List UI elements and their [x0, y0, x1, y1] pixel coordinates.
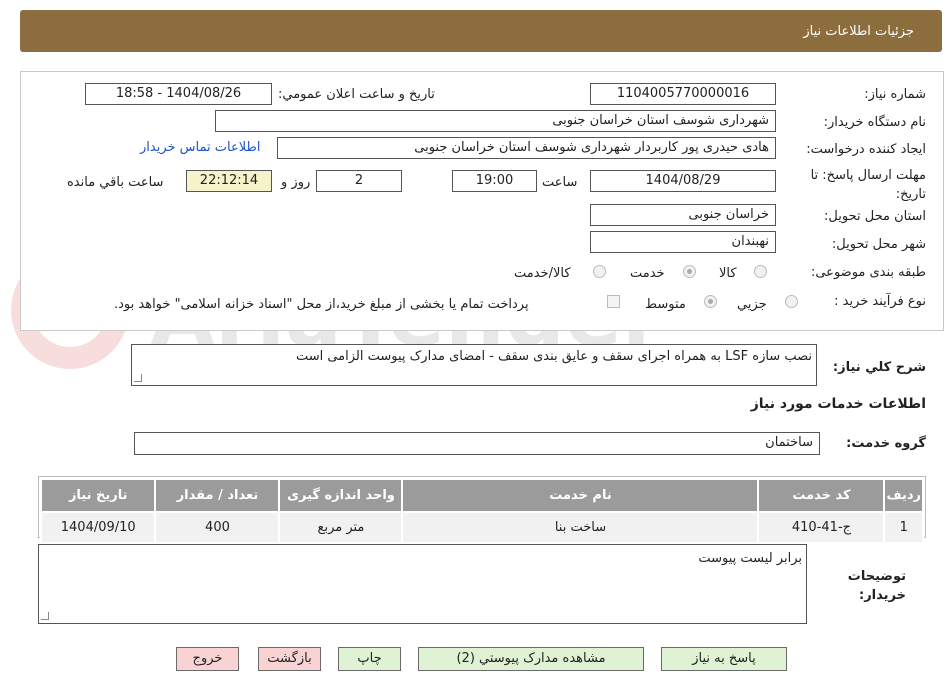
- process-label: نوع فرآیند خرید :: [834, 294, 926, 309]
- services-table-frame: رديف کد خدمت نام خدمت واحد اندازه گیری ت…: [38, 476, 926, 544]
- table-row: 1 ج-41-410 ساخت بنا متر مربع 400 1404/09…: [39, 511, 924, 544]
- need-number-field[interactable]: 1104005770000016: [590, 83, 776, 105]
- days-label: روز و: [281, 175, 311, 190]
- deadline-date-field[interactable]: 1404/08/29: [590, 170, 776, 192]
- description-label: شرح کلي نياز:: [832, 360, 926, 375]
- back-button[interactable]: بازگشت: [258, 647, 321, 671]
- services-section-title: اطلاعات خدمات مورد نياز: [750, 396, 926, 412]
- view-attachments-button[interactable]: مشاهده مدارک پيوستي (2): [418, 647, 644, 671]
- days-field[interactable]: 2: [316, 170, 402, 192]
- cell-unit: متر مربع: [278, 511, 404, 544]
- buyer-notes-text: برابر لیست پیوست: [698, 551, 802, 566]
- hour-label: ساعت: [542, 175, 578, 190]
- col-row-number: رديف: [883, 478, 924, 513]
- description-textarea[interactable]: نصب سازه LSF به همراه اجرای سقف و عایق ب…: [131, 344, 817, 386]
- category-radio-service[interactable]: [683, 265, 696, 278]
- reply-button[interactable]: پاسخ به نیاز: [661, 647, 787, 671]
- service-group-field[interactable]: ساختمان: [134, 432, 820, 455]
- col-quantity: تعداد / مقدار: [154, 478, 281, 513]
- cell-quantity: 400: [154, 511, 281, 544]
- payment-note: پرداخت تمام یا بخشی از مبلغ خرید،از محل …: [114, 297, 529, 312]
- remaining-time-field: 22:12:14: [186, 170, 272, 192]
- service-group-label: گروه خدمت:: [846, 436, 926, 451]
- page-header: جزئیات اطلاعات نیاز: [20, 10, 942, 52]
- description-text: نصب سازه LSF به همراه اجرای سقف و عایق ب…: [295, 349, 812, 364]
- announce-label: تاریخ و ساعت اعلان عمومي:: [278, 87, 435, 102]
- col-service-code: کد خدمت: [757, 478, 886, 513]
- exit-button[interactable]: خروج: [176, 647, 239, 671]
- buyer-notes-textarea[interactable]: برابر لیست پیوست: [38, 544, 807, 624]
- category-option-service: خدمت: [630, 266, 665, 281]
- buyer-org-field[interactable]: شهرداری شوسف استان خراسان جنوبی: [215, 110, 776, 132]
- city-label: شهر محل تحویل:: [831, 237, 926, 252]
- category-radio-goods[interactable]: [754, 265, 767, 278]
- creator-field[interactable]: هادی حیدری پور کاربردار شهرداری شوسف است…: [277, 137, 776, 159]
- cell-need-date: 1404/09/10: [39, 511, 157, 544]
- process-radio-minor[interactable]: [785, 295, 798, 308]
- cell-row-number: 1: [883, 511, 924, 544]
- cell-service-name: ساخت بنا: [401, 511, 760, 544]
- category-option-goods: کالا: [719, 266, 737, 281]
- city-field[interactable]: نهبندان: [590, 231, 776, 253]
- buyer-notes-label: توضيحات خريدار:: [847, 569, 906, 603]
- process-option-minor: جزيي: [737, 297, 767, 312]
- deadline-label: مهلت ارسال پاسخ: تا تاریخ:: [810, 168, 926, 202]
- announce-field[interactable]: 1404/08/26 - 18:58: [85, 83, 272, 105]
- print-button[interactable]: چاپ: [338, 647, 401, 671]
- resize-handle[interactable]: [41, 612, 49, 620]
- remaining-label: ساعت باقي مانده: [67, 175, 164, 190]
- col-unit: واحد اندازه گیری: [278, 478, 404, 513]
- province-field[interactable]: خراسان جنوبی: [590, 204, 776, 226]
- contact-buyer-link[interactable]: اطلاعات تماس خریدار: [140, 140, 260, 155]
- col-service-name: نام خدمت: [401, 478, 760, 513]
- category-label: طبقه بندی موضوعی:: [810, 265, 926, 280]
- need-number-label: شماره نیاز:: [864, 87, 926, 102]
- process-option-medium: متوسط: [645, 297, 686, 312]
- page-title: جزئیات اطلاعات نیاز: [803, 24, 914, 39]
- buyer-org-label: نام دستگاه خریدار:: [823, 115, 926, 130]
- deadline-time-field[interactable]: 19:00: [452, 170, 537, 192]
- category-radio-goods-service[interactable]: [593, 265, 606, 278]
- category-option-goods-service: کالا/خدمت: [514, 266, 571, 281]
- cell-service-code: ج-41-410: [757, 511, 886, 544]
- col-need-date: تاریخ نیاز: [39, 478, 157, 513]
- creator-label: ایجاد کننده درخواست:: [806, 142, 926, 157]
- province-label: استان محل تحویل:: [824, 209, 926, 224]
- treasury-checkbox[interactable]: [607, 295, 620, 308]
- services-table: رديف کد خدمت نام خدمت واحد اندازه گیری ت…: [39, 478, 924, 544]
- resize-handle[interactable]: [134, 374, 142, 382]
- process-radio-medium[interactable]: [704, 295, 717, 308]
